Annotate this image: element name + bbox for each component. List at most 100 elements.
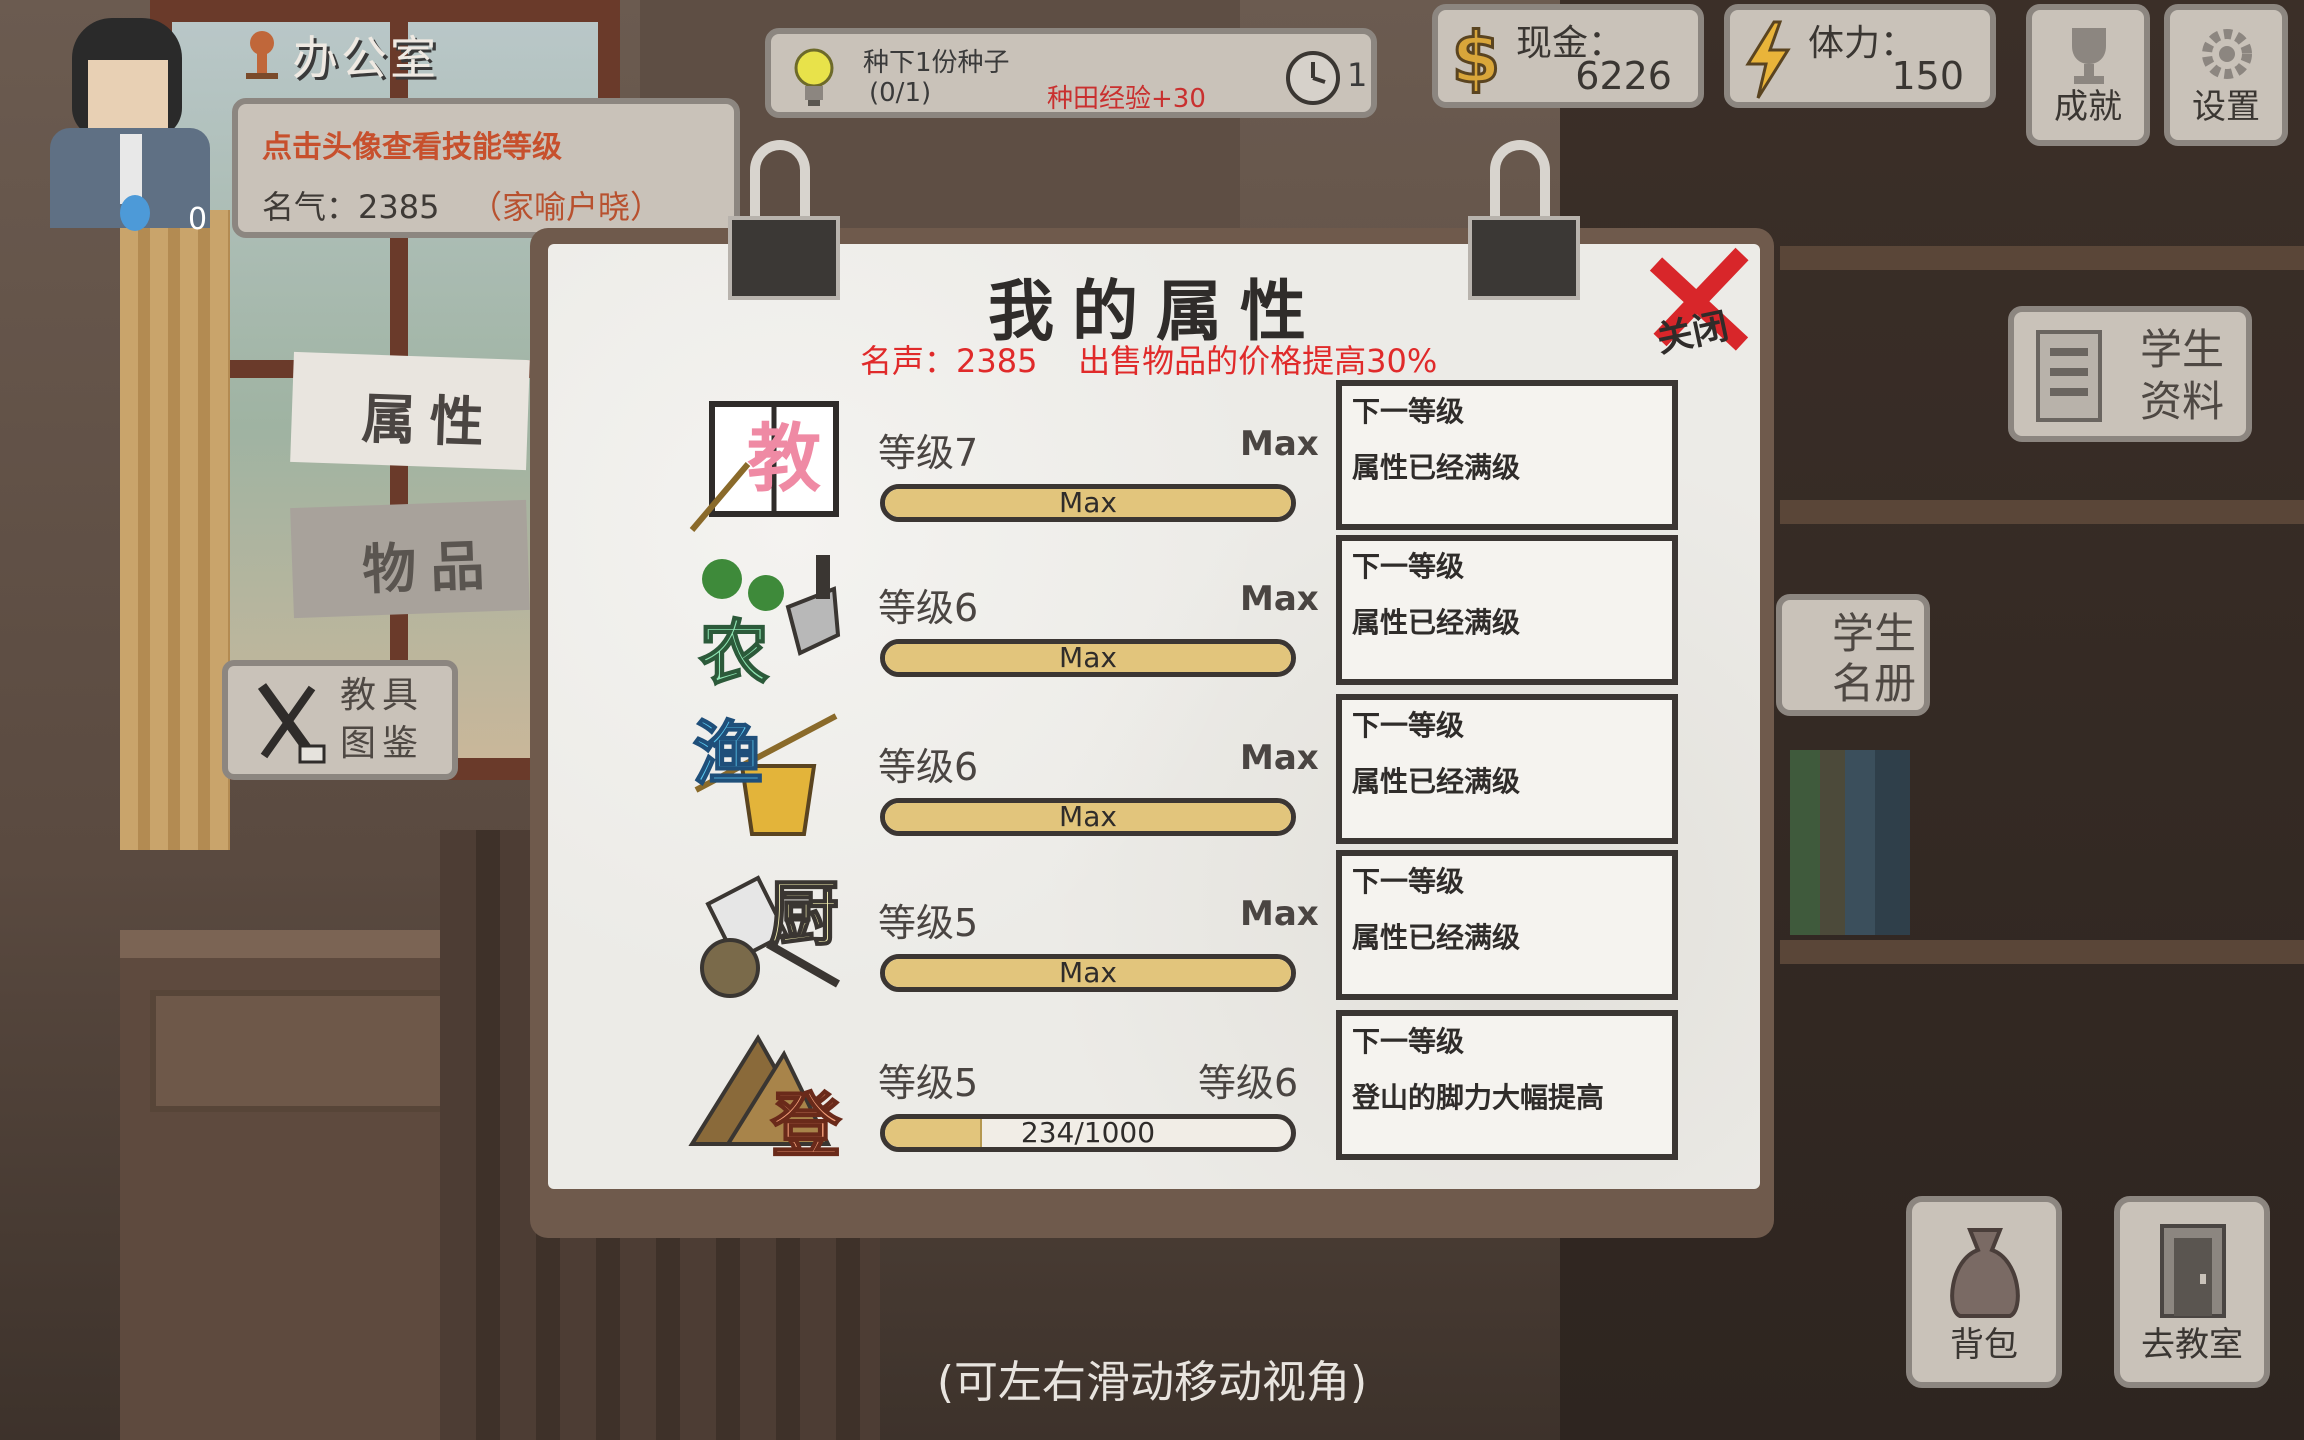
teaching-book-icon: 教 [689,401,839,532]
lightbulb-icon [120,195,150,231]
svg-text:农: 农 [699,612,769,689]
student-roster-label-1: 学生 [1832,609,1917,658]
climbing-mountain-icon: 登 [688,1034,843,1164]
quest-reward: 种田经验+30 [1047,84,1206,114]
skill-level: 等级5 [878,1061,979,1105]
stamina-value: 150 [1891,54,1964,98]
quest-progress: (0/1) [869,78,932,108]
tools-icon [257,683,326,764]
skill-level: 等级6 [878,586,979,630]
next-level-heading: 下一等级 [1352,1025,1465,1058]
shelf [1780,246,2304,270]
avatar-hint: 点击头像查看技能等级 [262,130,562,165]
next-level-box: 下一等级 属性已经满级 [1336,380,1678,530]
student-roster-button[interactable]: 学生 名册 [1776,594,1930,716]
shelf [1780,940,2304,964]
swipe-hint: (可左右滑动移动视角) [936,1357,1368,1408]
fame-value: 名气：2385 [262,188,440,226]
quest-title: 种下1份种子 [863,48,1010,78]
student-info-button[interactable]: 学生 资料 [2008,306,2252,442]
next-level-box: 下一等级 属性已经满级 [1336,535,1678,685]
skill-next-level: Max [1240,424,1319,464]
next-level-description: 登山的脚力大幅提高 [1352,1081,1605,1114]
next-level-description: 属性已经满级 [1352,765,1521,798]
fame-row: 名气：2385 （家喻户晓） [262,182,710,228]
dollar-icon: $ [1450,20,1502,100]
teaching-tools-label-1: 教具 [340,675,425,716]
document-icon [2036,330,2102,422]
tab-items[interactable]: 物品 [290,499,530,619]
panel-subtitle: 名声：2385 出售物品的价格提高30% [860,342,1438,380]
settings-button[interactable]: 设置 [2164,4,2288,146]
skill-row: 教 等级7 Max Max 下一等级 属性已经满级 [688,380,1678,544]
clip-base [1468,216,1580,300]
bag-icon [1950,1228,2020,1318]
skill-level: 等级7 [878,431,979,475]
quest-count: 1 [1347,56,1368,94]
fame-title: （家喻户晓） [469,188,662,226]
player-avatar[interactable]: 0 [50,10,210,237]
close-button[interactable]: 关闭 [1630,244,1766,364]
curtain [120,210,230,850]
skill-progress-text: Max [1059,641,1117,674]
shelf [1780,500,2304,524]
cooking-cleaver-icon: 厨 [700,872,840,998]
svg-text:$: $ [1452,20,1501,99]
teaching-tools-label-2: 图鉴 [340,723,425,764]
next-level-description: 属性已经满级 [1352,451,1521,484]
binder-clip-left [728,140,840,300]
student-info-label-1: 学生 [2140,325,2225,374]
next-level-heading: 下一等级 [1352,395,1465,428]
quest-tracker[interactable]: 种下1份种子 (0/1) 种田经验+30 1 [765,28,1377,118]
idea-count: 0 [188,202,208,237]
skill-progress-text: Max [1059,486,1117,519]
next-level-box: 下一等级 属性已经满级 [1336,850,1678,1000]
farming-shovel-icon: 农 [698,555,841,689]
binder-clip-right [1468,140,1580,300]
tab-attributes-label: 属性 [360,387,499,456]
skill-progress-bar: Max [880,798,1296,836]
skill-progress-text: 234/1000 [1020,1116,1156,1149]
location-label: 办公室 [242,20,439,90]
avatar-tie [120,134,142,204]
stamina-display: 体力： 150 [1724,4,1996,108]
skill-next-level: Max [1240,894,1319,934]
skill-next-level: Max [1240,738,1319,778]
cash-display: $ 现金： 6226 [1432,4,1704,108]
skill-level: 等级6 [878,745,979,789]
next-level-description: 属性已经满级 [1352,606,1521,639]
clock-icon [1286,51,1340,105]
lightning-icon [1745,20,1791,99]
skill-row: 农 等级6 Max Max 下一等级 属性已经满级 [688,535,1678,699]
student-info-label-2: 资料 [2140,377,2225,426]
tab-items-label: 物品 [361,533,500,602]
skill-progress-bar: Max [880,484,1296,522]
cash-value: 6226 [1575,54,1672,98]
next-level-box: 下一等级 属性已经满级 [1336,694,1678,844]
skill-row: 渔 等级6 Max Max 下一等级 属性已经满级 [688,694,1678,858]
player-info-panel[interactable]: 点击头像查看技能等级 名气：2385 （家喻户晓） [232,98,740,238]
clip-base [728,216,840,300]
skill-row: 登 等级5 等级6 234/1000 下一等级 登山的脚力大幅提高 [688,1010,1678,1174]
location-name: 办公室 [292,31,439,85]
next-level-heading: 下一等级 [1352,865,1465,898]
skill-row: 厨 等级5 Max Max 下一等级 属性已经满级 [688,850,1678,1014]
map-pin-icon [246,31,278,79]
next-level-box: 下一等级 登山的脚力大幅提高 [1336,1010,1678,1160]
skill-progress-bar: 234/1000 [880,1114,1296,1152]
skill-level: 等级5 [878,901,979,945]
books [1790,750,1910,935]
next-level-description: 属性已经满级 [1352,921,1521,954]
teaching-tools-button[interactable]: 教具 图鉴 [222,660,458,780]
door-icon [2160,1224,2226,1318]
achievements-label: 成就 [2054,87,2122,127]
settings-label: 设置 [2192,87,2260,127]
skill-progress-bar: Max [880,954,1296,992]
skill-progress-bar: Max [880,639,1296,677]
next-level-heading: 下一等级 [1352,709,1465,742]
lightbulb-quest-icon [794,48,834,106]
next-level-heading: 下一等级 [1352,550,1465,583]
skill-progress-text: Max [1059,956,1117,989]
achievements-button[interactable]: 成就 [2026,4,2150,146]
tab-attributes[interactable]: 属性 [290,351,530,471]
